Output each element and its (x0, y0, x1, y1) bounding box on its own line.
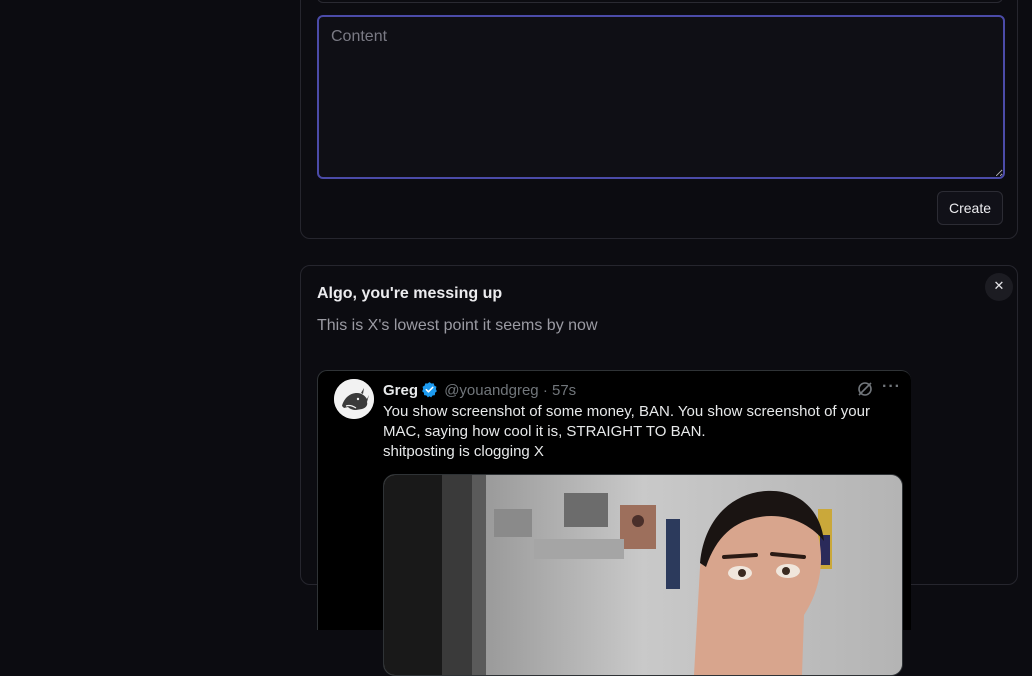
tweet-separator: · (542, 382, 548, 399)
tweet-timestamp[interactable]: 57s (552, 382, 576, 399)
tweet-text-line: You show screenshot of some money, BAN. … (383, 403, 870, 420)
tweet-photo (384, 475, 902, 675)
avatar-rhino-icon (334, 379, 374, 419)
post-body: This is X's lowest point it seems by now (317, 317, 598, 334)
tweet-text: You show screenshot of some money, BAN. … (383, 402, 893, 462)
title-input[interactable] (317, 0, 1003, 3)
embedded-tweet[interactable]: Greg @youandgreg · 57s ··· You show scre… (317, 370, 911, 676)
close-icon: ✕ (993, 279, 1005, 294)
tweet-handle[interactable]: @youandgreg (444, 382, 538, 399)
avatar[interactable] (334, 379, 374, 419)
close-button[interactable]: ✕ (985, 273, 1013, 301)
verified-badge-icon (421, 381, 438, 402)
tweet-author-name[interactable]: Greg (383, 382, 418, 399)
create-post-form: Create (300, 0, 1018, 239)
content-textarea[interactable] (317, 15, 1005, 179)
tweet-media-image[interactable] (383, 474, 903, 676)
post-title: Algo, you're messing up (317, 285, 503, 302)
tweet-header: Greg @youandgreg · 57s (383, 381, 576, 402)
tweet-text-line: shitposting is clogging X (383, 443, 544, 460)
grok-icon[interactable] (856, 380, 874, 398)
tweet-text-line: MAC, saying how cool it is, STRAIGHT TO … (383, 423, 706, 440)
post-card: Algo, you're messing up This is X's lowe… (300, 265, 1018, 676)
create-button[interactable]: Create (937, 191, 1003, 225)
more-icon[interactable]: ··· (882, 378, 901, 396)
